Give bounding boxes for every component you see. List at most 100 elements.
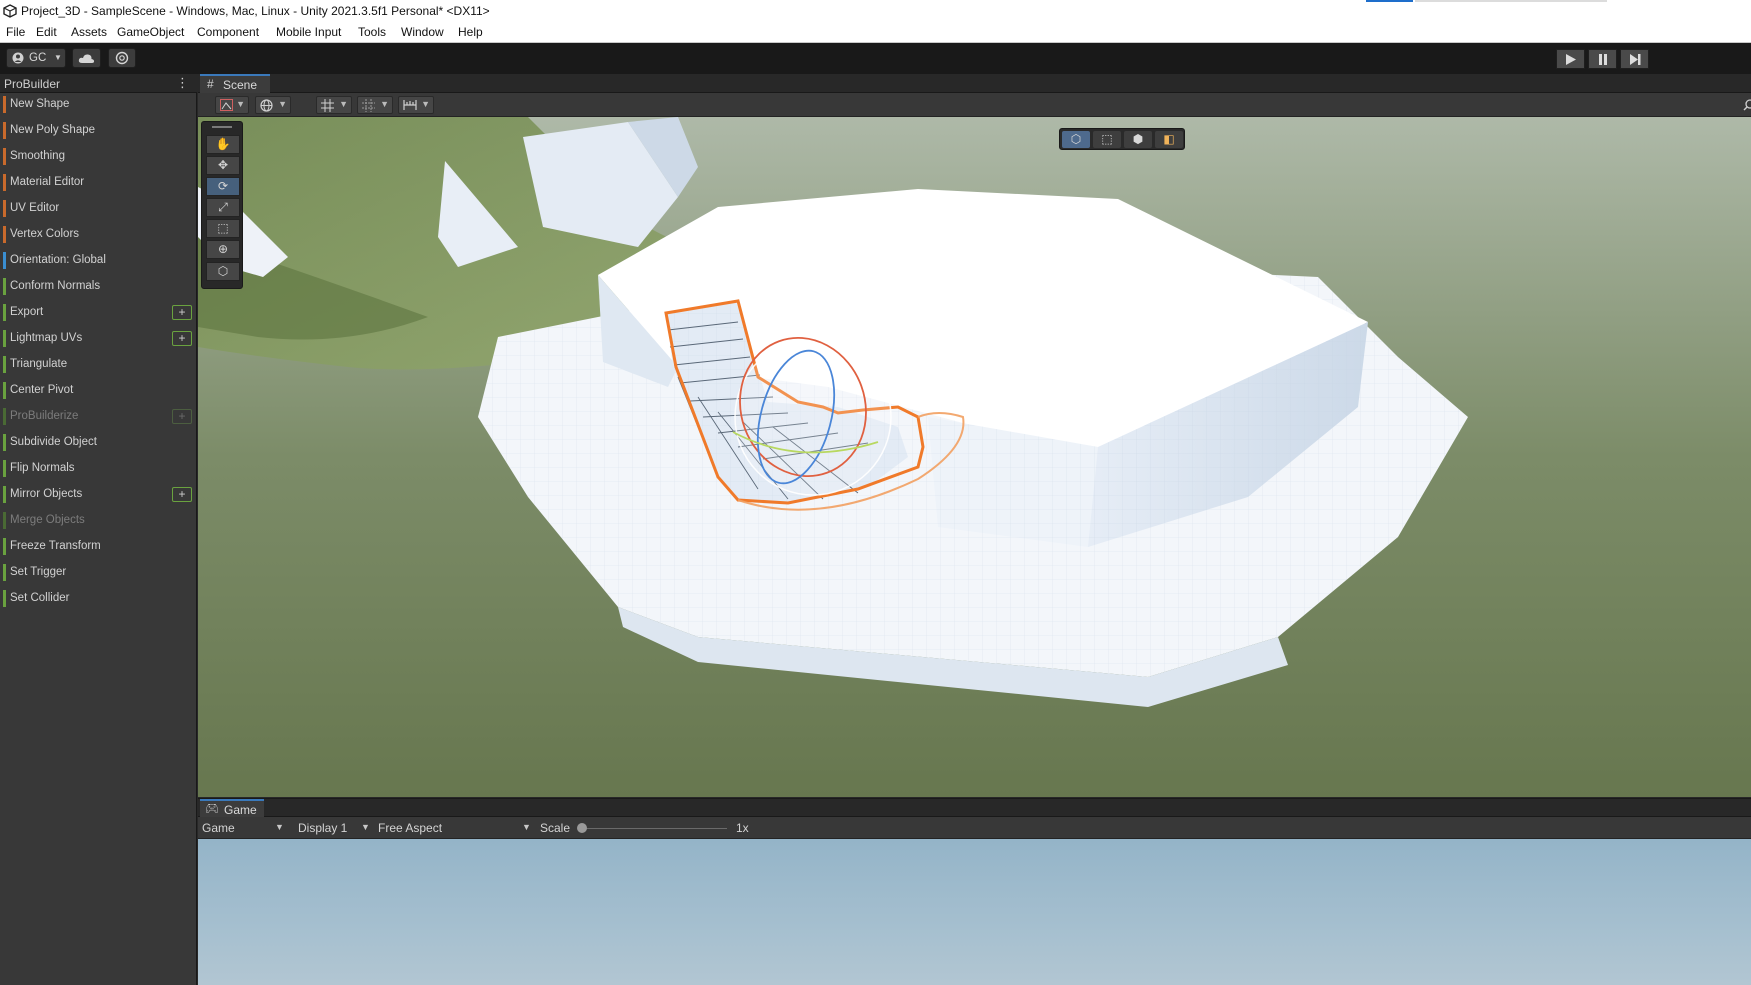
move-tool-button[interactable]: ✥ xyxy=(206,156,240,175)
menu-gameobject[interactable]: GameObject xyxy=(117,25,184,39)
unity-logo-icon xyxy=(3,4,17,18)
probuilder-action-uv-editor[interactable]: UV Editor xyxy=(0,198,196,220)
menu-help[interactable]: Help xyxy=(458,25,483,39)
window-title: Project_3D - SampleScene - Windows, Mac,… xyxy=(21,4,490,18)
probuilder-action-new-poly-shape[interactable]: New Poly Shape xyxy=(0,120,196,142)
action-category-bar xyxy=(3,122,6,139)
collab-icon xyxy=(115,51,129,65)
chevron-down-icon: ▼ xyxy=(278,99,287,109)
grid-snap-icon xyxy=(362,99,375,112)
probuilder-action-probuilderize[interactable]: ProBuilderize + xyxy=(0,406,196,428)
rotate-tool-button[interactable]: ⟳ xyxy=(206,177,240,196)
action-label: Subdivide Object xyxy=(10,436,97,448)
action-label: Set Trigger xyxy=(10,566,67,578)
collab-button[interactable] xyxy=(108,48,136,68)
probuilder-action-triangulate[interactable]: Triangulate xyxy=(0,354,196,376)
menu-assets[interactable]: Assets xyxy=(71,25,107,39)
transform-tool-button[interactable]: ⊕ xyxy=(206,240,240,259)
action-category-bar xyxy=(3,226,6,243)
action-options-plus-icon[interactable]: + xyxy=(172,487,192,502)
action-category-bar xyxy=(3,382,6,399)
display-dropdown[interactable]: Display 1 xyxy=(298,821,347,835)
scale-slider-handle[interactable] xyxy=(577,823,587,833)
action-label: New Poly Shape xyxy=(10,124,96,136)
probuilder-action-orientation-global[interactable]: Orientation: Global xyxy=(0,250,196,272)
probuilder-action-freeze-transform[interactable]: Freeze Transform xyxy=(0,536,196,558)
account-dropdown[interactable]: GC ▼ xyxy=(6,48,66,68)
scale-value: 1x xyxy=(736,821,749,835)
menu-tools[interactable]: Tools xyxy=(358,25,386,39)
chevron-down-icon: ▼ xyxy=(522,822,531,832)
probuilder-action-flip-normals[interactable]: Flip Normals xyxy=(0,458,196,480)
scale-tool-button[interactable]: ⤢ xyxy=(206,198,240,217)
menu-file[interactable]: File xyxy=(6,25,25,39)
action-label: Mirror Objects xyxy=(10,488,83,500)
probuilder-action-conform-normals[interactable]: Conform Normals xyxy=(0,276,196,298)
grid-visibility-dropdown[interactable]: ▼ xyxy=(316,96,352,114)
rotate-tool-icon: ⟳ xyxy=(217,179,229,193)
panel-menu-icon[interactable]: ⋮ xyxy=(176,75,189,91)
probuilder-action-vertex-colors[interactable]: Vertex Colors xyxy=(0,224,196,246)
pause-icon xyxy=(1599,54,1607,65)
scale-slider-track[interactable] xyxy=(581,828,727,829)
step-button[interactable] xyxy=(1620,49,1649,69)
tab-game[interactable]: 🎮︎ Game xyxy=(200,799,264,818)
edge-mode-button[interactable]: ⬢ xyxy=(1124,131,1152,148)
globe-icon xyxy=(260,99,273,112)
probuilder-action-set-collider[interactable]: Set Collider xyxy=(0,588,196,610)
rect-tool-button[interactable]: ⬚ xyxy=(206,219,240,238)
title-bar-search-underline xyxy=(1415,0,1607,2)
play-button[interactable] xyxy=(1556,49,1585,69)
scene-search-icon[interactable] xyxy=(1743,99,1751,111)
custom-tool-icon: ⬡ xyxy=(217,264,229,278)
probuilder-action-lightmap-uvs[interactable]: Lightmap UVs + xyxy=(0,328,196,350)
face-mode-button[interactable]: ◧ xyxy=(1155,131,1183,148)
probuilder-action-subdivide-object[interactable]: Subdivide Object xyxy=(0,432,196,454)
account-label: GC xyxy=(29,52,47,64)
probuilder-action-mirror-objects[interactable]: Mirror Objects + xyxy=(0,484,196,506)
menu-mobile-input[interactable]: Mobile Input xyxy=(276,25,341,39)
probuilder-action-export[interactable]: Export + xyxy=(0,302,196,324)
game-viewport[interactable] xyxy=(198,839,1751,985)
action-category-bar xyxy=(3,304,6,321)
cloud-button[interactable] xyxy=(72,48,101,68)
pause-button[interactable] xyxy=(1588,49,1617,69)
menu-component[interactable]: Component xyxy=(197,25,259,39)
probuilder-action-center-pivot[interactable]: Center Pivot xyxy=(0,380,196,402)
game-view-mode-dropdown[interactable]: Game xyxy=(202,821,235,835)
custom-tool-button[interactable]: ⬡ xyxy=(206,262,240,281)
action-options-plus-icon[interactable]: + xyxy=(172,331,192,346)
menu-window[interactable]: Window xyxy=(401,25,444,39)
aspect-dropdown[interactable]: Free Aspect xyxy=(378,821,442,835)
scene-toolbar: ▼ ▼ ▼ ▼ ▼ xyxy=(198,93,1751,117)
action-category-bar xyxy=(3,564,6,581)
probuilder-action-merge-objects[interactable]: Merge Objects xyxy=(0,510,196,532)
menu-edit[interactable]: Edit xyxy=(36,25,57,39)
probuilder-action-material-editor[interactable]: Material Editor xyxy=(0,172,196,194)
game-tab-bar: 🎮︎ Game xyxy=(198,798,1751,818)
transform-tool-icon: ⊕ xyxy=(217,242,229,256)
chevron-down-icon: ▼ xyxy=(236,99,245,109)
scene-viewport[interactable] xyxy=(198,117,1751,797)
gamepad-icon: 🎮︎ xyxy=(205,803,219,815)
increment-snap-dropdown[interactable]: ▼ xyxy=(398,96,434,114)
object-mode-button[interactable]: ⬡ xyxy=(1062,131,1090,148)
grid-snap-dropdown[interactable]: ▼ xyxy=(357,96,393,114)
chevron-down-icon: ▼ xyxy=(380,99,389,109)
ruler-icon xyxy=(403,100,417,110)
grid-visibility-icon xyxy=(321,99,334,112)
tab-scene[interactable]: # Scene xyxy=(200,74,270,93)
render-mode-dropdown[interactable]: ▼ xyxy=(255,96,291,114)
draw-mode-dropdown[interactable]: ▼ xyxy=(215,96,249,114)
probuilder-action-smoothing[interactable]: Smoothing xyxy=(0,146,196,168)
hand-tool-button[interactable]: ✋ xyxy=(206,135,240,154)
probuilder-action-set-trigger[interactable]: Set Trigger xyxy=(0,562,196,584)
probuilder-action-new-shape[interactable]: New Shape xyxy=(0,94,196,116)
vertex-mode-button[interactable]: ⬚ xyxy=(1093,131,1121,148)
palette-drag-handle[interactable] xyxy=(212,126,232,128)
action-category-bar xyxy=(3,538,6,555)
action-options-plus-icon[interactable]: + xyxy=(172,305,192,320)
action-options-plus-icon[interactable]: + xyxy=(172,409,192,424)
action-label: Export xyxy=(10,306,44,318)
scale-label: Scale xyxy=(540,821,571,835)
